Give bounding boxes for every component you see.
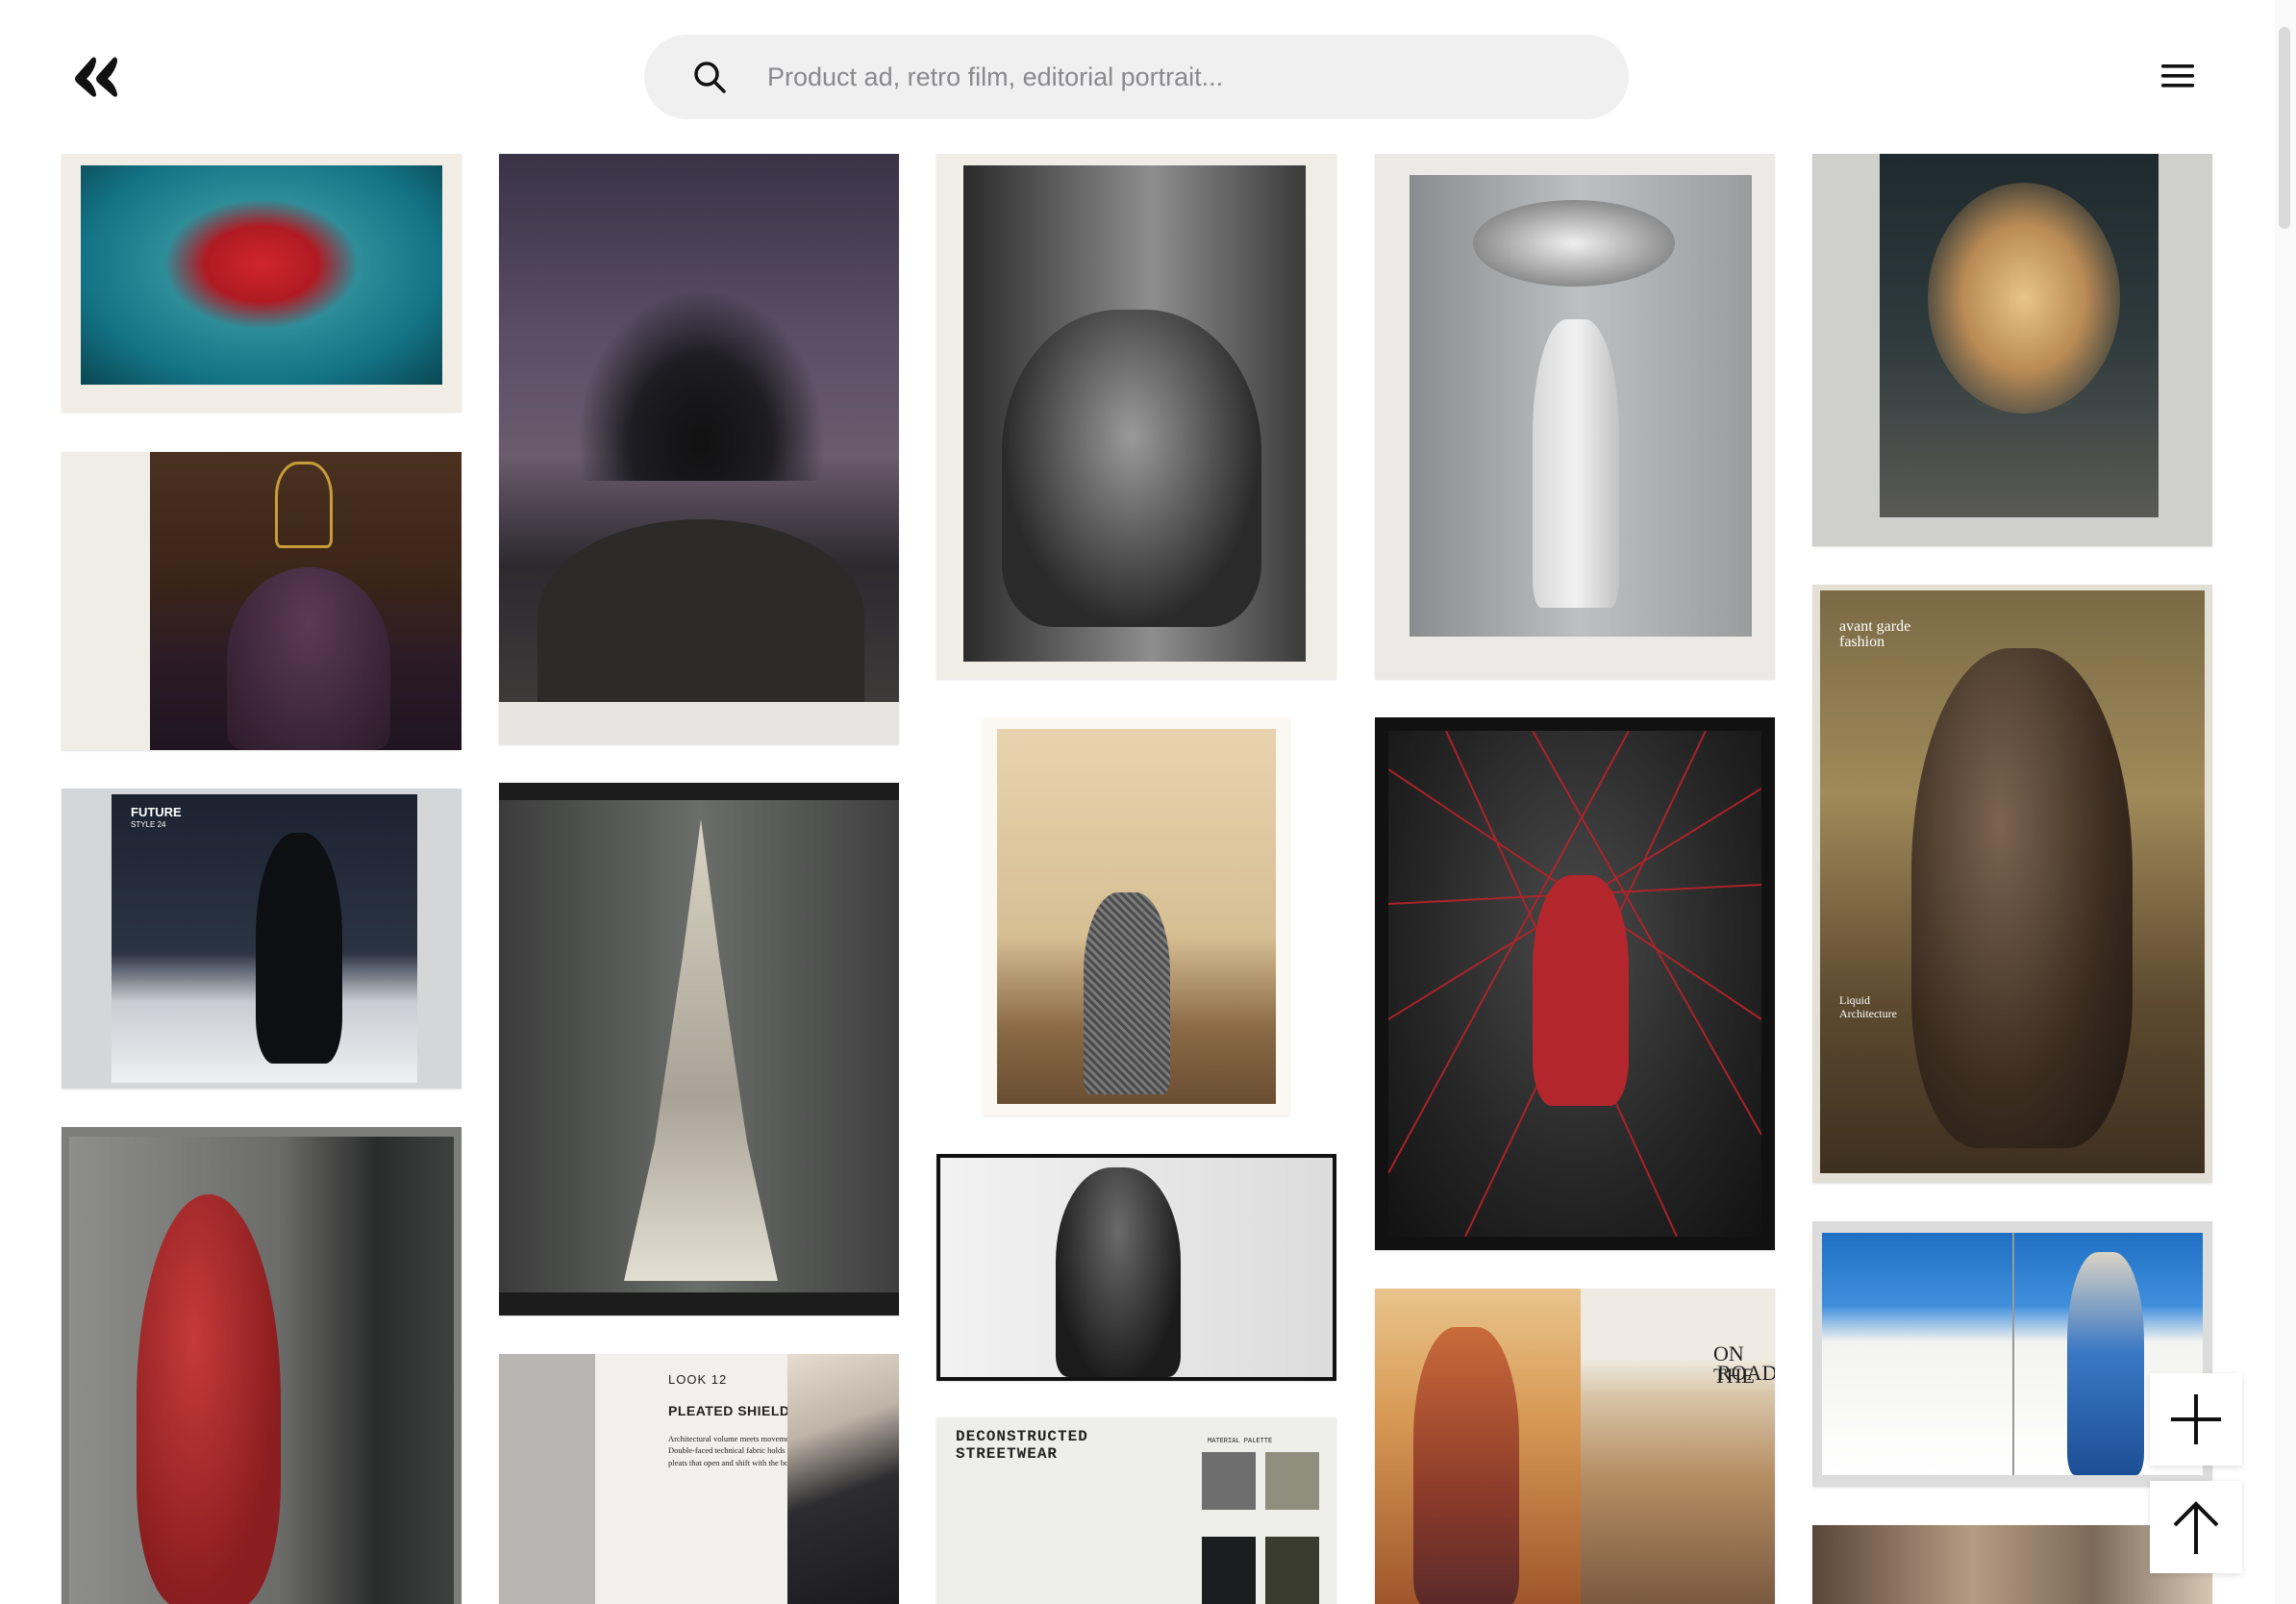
- look-number: LOOK 12: [668, 1372, 728, 1387]
- image-card-red-puffer[interactable]: [62, 1127, 462, 1604]
- raincoat-figure: [1533, 319, 1619, 608]
- card-photo: [499, 1354, 595, 1604]
- desert-road-photo: [1581, 1289, 1775, 1604]
- image-card-crystal-chandelier[interactable]: [499, 783, 899, 1316]
- gown-shape: [227, 567, 390, 750]
- image-card-bowler-hats[interactable]: [984, 717, 1289, 1115]
- image-card-black-wings[interactable]: [499, 154, 899, 744]
- halo-shape: [1928, 183, 2120, 414]
- puffer-shape: [137, 1194, 281, 1604]
- coat-figure: [1084, 892, 1170, 1094]
- caption-title-2: Architecture: [1839, 1007, 1897, 1020]
- image-card-future[interactable]: FUTURE STYLE 24: [62, 789, 462, 1089]
- scroll-to-top-button[interactable]: [2150, 1481, 2242, 1573]
- image-card-deconstructed[interactable]: DECONSTRUCTED STREETWEAR MATERIAL PALETT…: [936, 1417, 1336, 1604]
- plus-icon: [2171, 1394, 2221, 1444]
- card-photo: [150, 452, 462, 750]
- image-card-rain-cloud[interactable]: [1375, 154, 1775, 679]
- image-card-on-the-road[interactable]: ON THE ROAD: [1375, 1289, 1775, 1604]
- card-photo: [1410, 175, 1752, 637]
- card-title: FUTURE: [131, 805, 182, 819]
- card-photo: [997, 729, 1276, 1104]
- card-photo: [499, 800, 899, 1292]
- card-photo: [81, 165, 442, 385]
- masked-figure: [1056, 1167, 1181, 1377]
- card-photo: [940, 1158, 1333, 1377]
- card-photo: avant garde fashion Liquid Architecture: [1820, 590, 2205, 1173]
- cage-headpiece: [275, 462, 333, 548]
- scrollbar-track[interactable]: [2275, 0, 2296, 1604]
- corset-shape: [1002, 310, 1261, 627]
- image-card-avant-garde[interactable]: avant garde fashion Liquid Architecture: [1812, 585, 2212, 1183]
- card-photo: FUTURE STYLE 24: [112, 794, 417, 1083]
- card-photo: [963, 165, 1306, 662]
- bubble-sculpture: [1911, 648, 2133, 1148]
- image-card-red-feather[interactable]: [62, 154, 462, 412]
- card-photo: [1375, 1289, 1581, 1604]
- scrollbar-thumb[interactable]: [2279, 27, 2290, 229]
- image-card-sequin-sculpted[interactable]: [936, 154, 1336, 679]
- red-dress-figure: [1533, 875, 1629, 1106]
- swatch-dark-olive: [1265, 1537, 1319, 1604]
- card-photo: [69, 1137, 454, 1604]
- image-card-beaded-mask[interactable]: [936, 1154, 1336, 1381]
- image-card-gold-halo[interactable]: [1812, 154, 2212, 546]
- page-gutter: [2012, 1233, 2014, 1475]
- sketch-title: DECONSTRUCTED: [956, 1428, 1088, 1445]
- chandelier-shape: [624, 819, 778, 1281]
- add-button[interactable]: [2150, 1373, 2242, 1466]
- magazine-title-2: fashion: [1839, 634, 1885, 650]
- cloud-shape: [1473, 200, 1675, 287]
- card-photo: [499, 154, 899, 702]
- arrow-up-icon: [2173, 1501, 2219, 1554]
- model-photo: [787, 1354, 899, 1604]
- card-photo: [1880, 154, 2159, 517]
- spiked-coat-shape: [256, 833, 342, 1064]
- swatch-black: [1202, 1537, 1256, 1604]
- caption-title: Liquid: [1839, 993, 1870, 1007]
- image-card-library-gown[interactable]: [62, 452, 462, 750]
- card-subtitle: STYLE 24: [131, 820, 166, 829]
- image-card-red-strings[interactable]: [1375, 717, 1775, 1250]
- swatch-olive: [1265, 1452, 1319, 1510]
- gown-figure: [2067, 1252, 2144, 1475]
- palette-label: MATERIAL PALETTE: [1208, 1438, 1273, 1445]
- rock-shape: [537, 519, 864, 702]
- swatch-grey: [1202, 1452, 1256, 1510]
- card-photo: [1388, 731, 1761, 1237]
- wings-shape: [576, 288, 826, 481]
- sketch-title-2: STREETWEAR: [956, 1445, 1059, 1463]
- spread-title-2: ROAD: [1717, 1361, 1775, 1385]
- boho-dress-figure: [1413, 1327, 1519, 1604]
- card-photo: [1822, 1233, 2203, 1475]
- image-grid: FUTURE STYLE 24 LOOK 12 PLEATED SHIELD C…: [0, 0, 2275, 1604]
- image-card-look12[interactable]: LOOK 12 PLEATED SHIELD COAT Architectura…: [499, 1354, 899, 1604]
